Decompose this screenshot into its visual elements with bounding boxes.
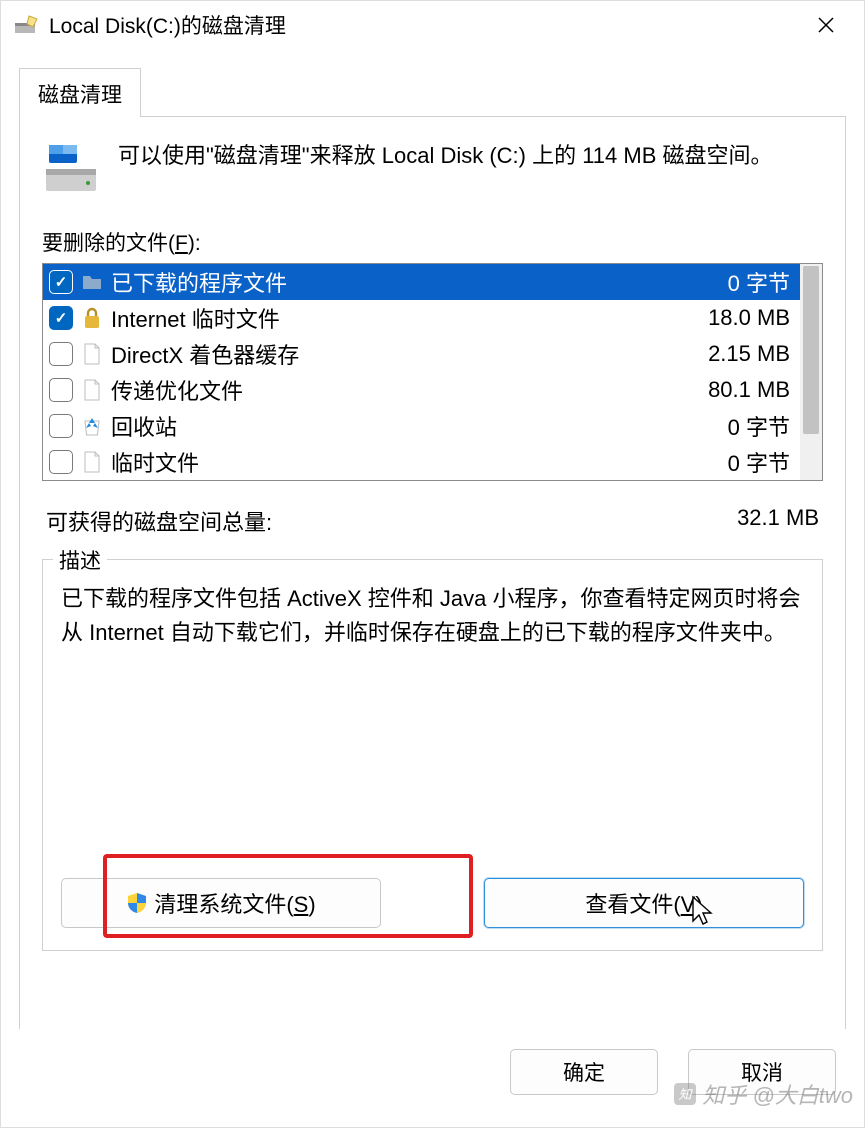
- window-title: Local Disk(C:)的磁盘清理: [49, 10, 286, 40]
- intro-text: 可以使用"磁盘清理"来释放 Local Disk (C:) 上的 114 MB …: [118, 139, 773, 197]
- file-label: 临时文件: [111, 446, 728, 478]
- tabs: 磁盘清理: [19, 67, 846, 116]
- disk-cleanup-window: Local Disk(C:)的磁盘清理 磁盘清理 可以使用"磁盘清理"来释放 L…: [0, 0, 865, 1128]
- file-row[interactable]: 临时文件0 字节: [43, 444, 800, 480]
- scrollbar-thumb[interactable]: [803, 266, 819, 434]
- shield-icon: [126, 892, 148, 914]
- total-value: 32.1 MB: [737, 505, 819, 537]
- file-size: 80.1 MB: [708, 377, 790, 403]
- disk-cleanup-icon: [13, 13, 41, 37]
- close-icon: [817, 16, 835, 34]
- tab-disk-cleanup[interactable]: 磁盘清理: [19, 68, 141, 117]
- description-text: 已下载的程序文件包括 ActiveX 控件和 Java 小程序，你查看特定网页时…: [61, 582, 804, 651]
- titlebar: Local Disk(C:)的磁盘清理: [1, 1, 864, 49]
- folder-icon: [81, 269, 103, 295]
- file-icon: [81, 341, 103, 367]
- total-label: 可获得的磁盘空间总量:: [46, 505, 272, 537]
- recycle-icon: [81, 413, 103, 439]
- checkbox[interactable]: [49, 270, 73, 294]
- file-row[interactable]: 回收站0 字节: [43, 408, 800, 444]
- content-area: 磁盘清理 可以使用"磁盘清理"来释放 Local Disk (C:) 上的 11…: [1, 49, 864, 1029]
- file-label: 回收站: [111, 410, 728, 442]
- checkbox[interactable]: [49, 306, 73, 330]
- checkbox[interactable]: [49, 450, 73, 474]
- file-size: 2.15 MB: [708, 341, 790, 367]
- checkbox[interactable]: [49, 342, 73, 366]
- dialog-footer: 确定 取消: [1, 1029, 864, 1127]
- file-row[interactable]: Internet 临时文件18.0 MB: [43, 300, 800, 336]
- lock-icon: [81, 305, 103, 331]
- files-listbox[interactable]: 已下载的程序文件0 字节Internet 临时文件18.0 MBDirectX …: [42, 263, 823, 481]
- checkbox[interactable]: [49, 414, 73, 438]
- file-size: 18.0 MB: [708, 305, 790, 331]
- file-label: DirectX 着色器缓存: [111, 338, 708, 370]
- description-group: 描述 已下载的程序文件包括 ActiveX 控件和 Java 小程序，你查看特定…: [42, 559, 823, 951]
- scrollbar[interactable]: [800, 264, 822, 480]
- clean-system-files-button[interactable]: 清理系统文件(S): [61, 878, 381, 928]
- tab-panel: 可以使用"磁盘清理"来释放 Local Disk (C:) 上的 114 MB …: [19, 116, 846, 1029]
- file-row[interactable]: DirectX 着色器缓存2.15 MB: [43, 336, 800, 372]
- cancel-button[interactable]: 取消: [688, 1049, 836, 1095]
- file-size: 0 字节: [728, 410, 790, 442]
- view-files-button[interactable]: 查看文件(V): [484, 878, 804, 928]
- file-size: 0 字节: [728, 446, 790, 478]
- file-icon: [81, 377, 103, 403]
- close-button[interactable]: [800, 1, 852, 49]
- file-size: 0 字节: [728, 266, 790, 298]
- files-label: 要删除的文件(F):: [42, 227, 823, 257]
- ok-button[interactable]: 确定: [510, 1049, 658, 1095]
- description-legend: 描述: [53, 545, 107, 575]
- file-label: Internet 临时文件: [111, 302, 708, 334]
- checkbox[interactable]: [49, 378, 73, 402]
- file-icon: [81, 449, 103, 475]
- drive-icon: [42, 139, 100, 197]
- file-row[interactable]: 已下载的程序文件0 字节: [43, 264, 800, 300]
- file-label: 已下载的程序文件: [111, 266, 728, 298]
- file-row[interactable]: 传递优化文件80.1 MB: [43, 372, 800, 408]
- file-label: 传递优化文件: [111, 374, 708, 406]
